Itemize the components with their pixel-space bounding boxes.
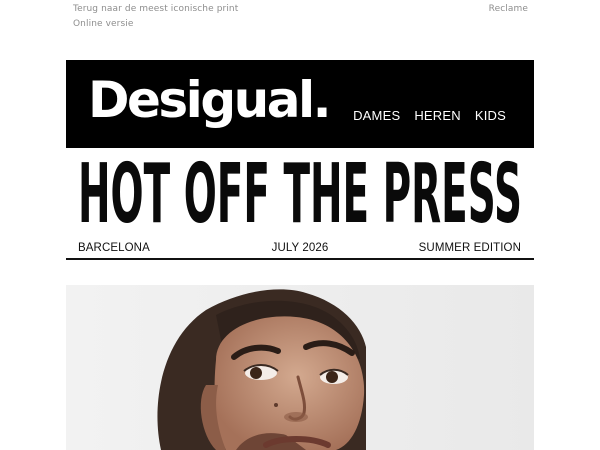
- dateline-divider: [66, 258, 534, 260]
- nav-kids-link[interactable]: KIDS: [475, 108, 506, 123]
- nav-heren-link[interactable]: HEREN: [414, 108, 461, 123]
- brand-header: Desigual. DAMES HEREN KIDS: [66, 60, 534, 148]
- hero-image[interactable]: [66, 285, 534, 450]
- back-to-print-link[interactable]: Terug naar de meest iconische print: [73, 4, 238, 14]
- dateline-edition: SUMMER EDITION: [418, 242, 521, 254]
- headline-text: HOT OFF THE PRESS: [78, 150, 522, 234]
- email-page: Terug naar de meest iconische print Onli…: [0, 0, 600, 450]
- preheader: Terug naar de meest iconische print Onli…: [73, 3, 528, 35]
- headline-svg: HOT OFF THE PRESS: [78, 150, 522, 234]
- headline-banner[interactable]: HOT OFF THE PRESS: [66, 150, 534, 234]
- woman-portrait-image: [66, 285, 534, 450]
- main-nav: DAMES HEREN KIDS: [353, 108, 506, 123]
- desigual-logo[interactable]: Desigual.: [88, 67, 332, 133]
- dateline: BARCELONA JULY 2026 SUMMER EDITION: [66, 240, 534, 260]
- advertisement-label: Reclame: [488, 4, 528, 14]
- nav-dames-link[interactable]: DAMES: [353, 108, 400, 123]
- online-version-link[interactable]: Online versie: [73, 19, 133, 29]
